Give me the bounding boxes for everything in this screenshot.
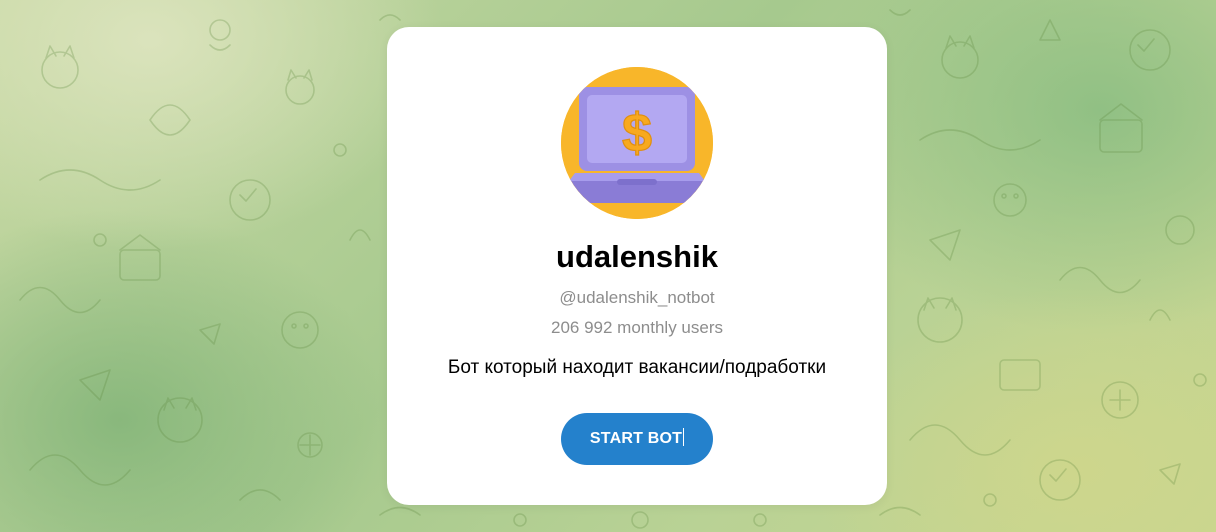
laptop-dollar-icon: $ bbox=[561, 67, 713, 219]
bot-description: Бот который находит вакансии/подработки bbox=[447, 357, 827, 378]
start-bot-label: START BOT bbox=[589, 430, 683, 447]
bot-username: @udalenshik_notbot bbox=[559, 288, 715, 307]
bot-avatar: $ bbox=[561, 67, 713, 219]
text-cursor bbox=[683, 428, 685, 447]
svg-text:$: $ bbox=[622, 103, 652, 163]
bot-card: $ udalenshik @udalenshik_notbot 206 992 … bbox=[387, 27, 887, 505]
monthly-users-count: 206 992 monthly users bbox=[551, 318, 723, 337]
start-bot-button[interactable]: START BOT bbox=[561, 413, 713, 465]
bot-name: udalenshik bbox=[556, 239, 718, 274]
